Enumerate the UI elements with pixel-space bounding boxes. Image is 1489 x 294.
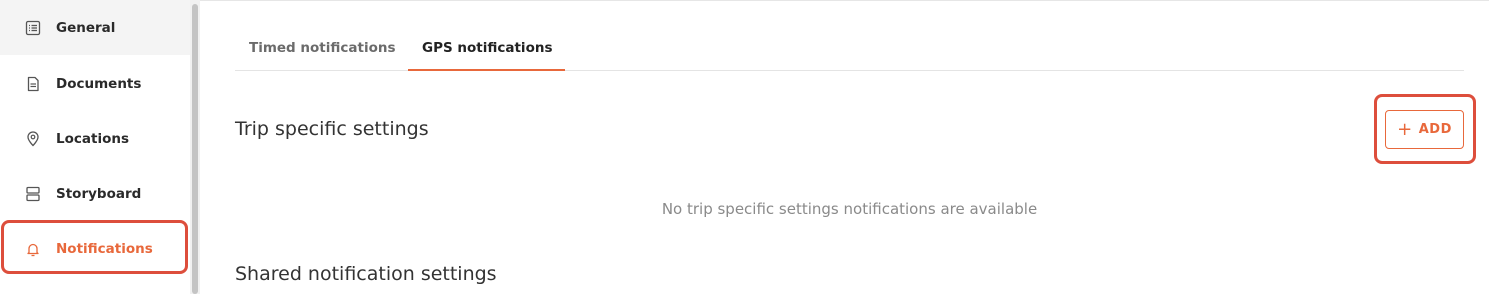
top-divider bbox=[200, 0, 1489, 1]
app-page: General Documents Locations Storyboard N… bbox=[0, 0, 1489, 294]
sidebar-scrollbar-thumb[interactable] bbox=[192, 4, 198, 294]
sidebar: General Documents Locations Storyboard N… bbox=[0, 0, 190, 294]
add-button-label: ADD bbox=[1418, 122, 1452, 137]
shared-settings-title: Shared notification settings bbox=[235, 263, 497, 285]
tab-gps-notifications[interactable]: GPS notifications bbox=[422, 40, 553, 56]
add-button[interactable]: + ADD bbox=[1385, 110, 1464, 149]
sidebar-item-label: Notifications bbox=[56, 240, 153, 257]
sidebar-item-label: General bbox=[56, 19, 116, 36]
bell-icon bbox=[24, 240, 42, 258]
list-icon bbox=[24, 19, 42, 37]
active-tab-indicator bbox=[408, 69, 565, 71]
location-pin-icon bbox=[24, 130, 42, 148]
tab-timed-notifications[interactable]: Timed notifications bbox=[249, 40, 396, 56]
empty-state-message: No trip specific settings notifications … bbox=[661, 200, 1038, 218]
sidebar-item-documents[interactable]: Documents bbox=[0, 56, 190, 111]
plus-icon: + bbox=[1397, 118, 1413, 140]
sidebar-item-storyboard[interactable]: Storyboard bbox=[0, 166, 190, 221]
sidebar-item-general[interactable]: General bbox=[0, 0, 190, 55]
document-icon bbox=[24, 75, 42, 93]
notification-tabs: Timed notifications GPS notifications bbox=[235, 30, 1464, 71]
trip-settings-title: Trip specific settings bbox=[235, 118, 429, 140]
sidebar-item-label: Locations bbox=[56, 130, 129, 147]
sidebar-item-notifications[interactable]: Notifications bbox=[0, 221, 190, 276]
sidebar-item-label: Storyboard bbox=[56, 185, 142, 202]
sidebar-item-label: Documents bbox=[56, 75, 142, 92]
storyboard-icon bbox=[24, 185, 42, 203]
sidebar-item-locations[interactable]: Locations bbox=[0, 111, 190, 166]
